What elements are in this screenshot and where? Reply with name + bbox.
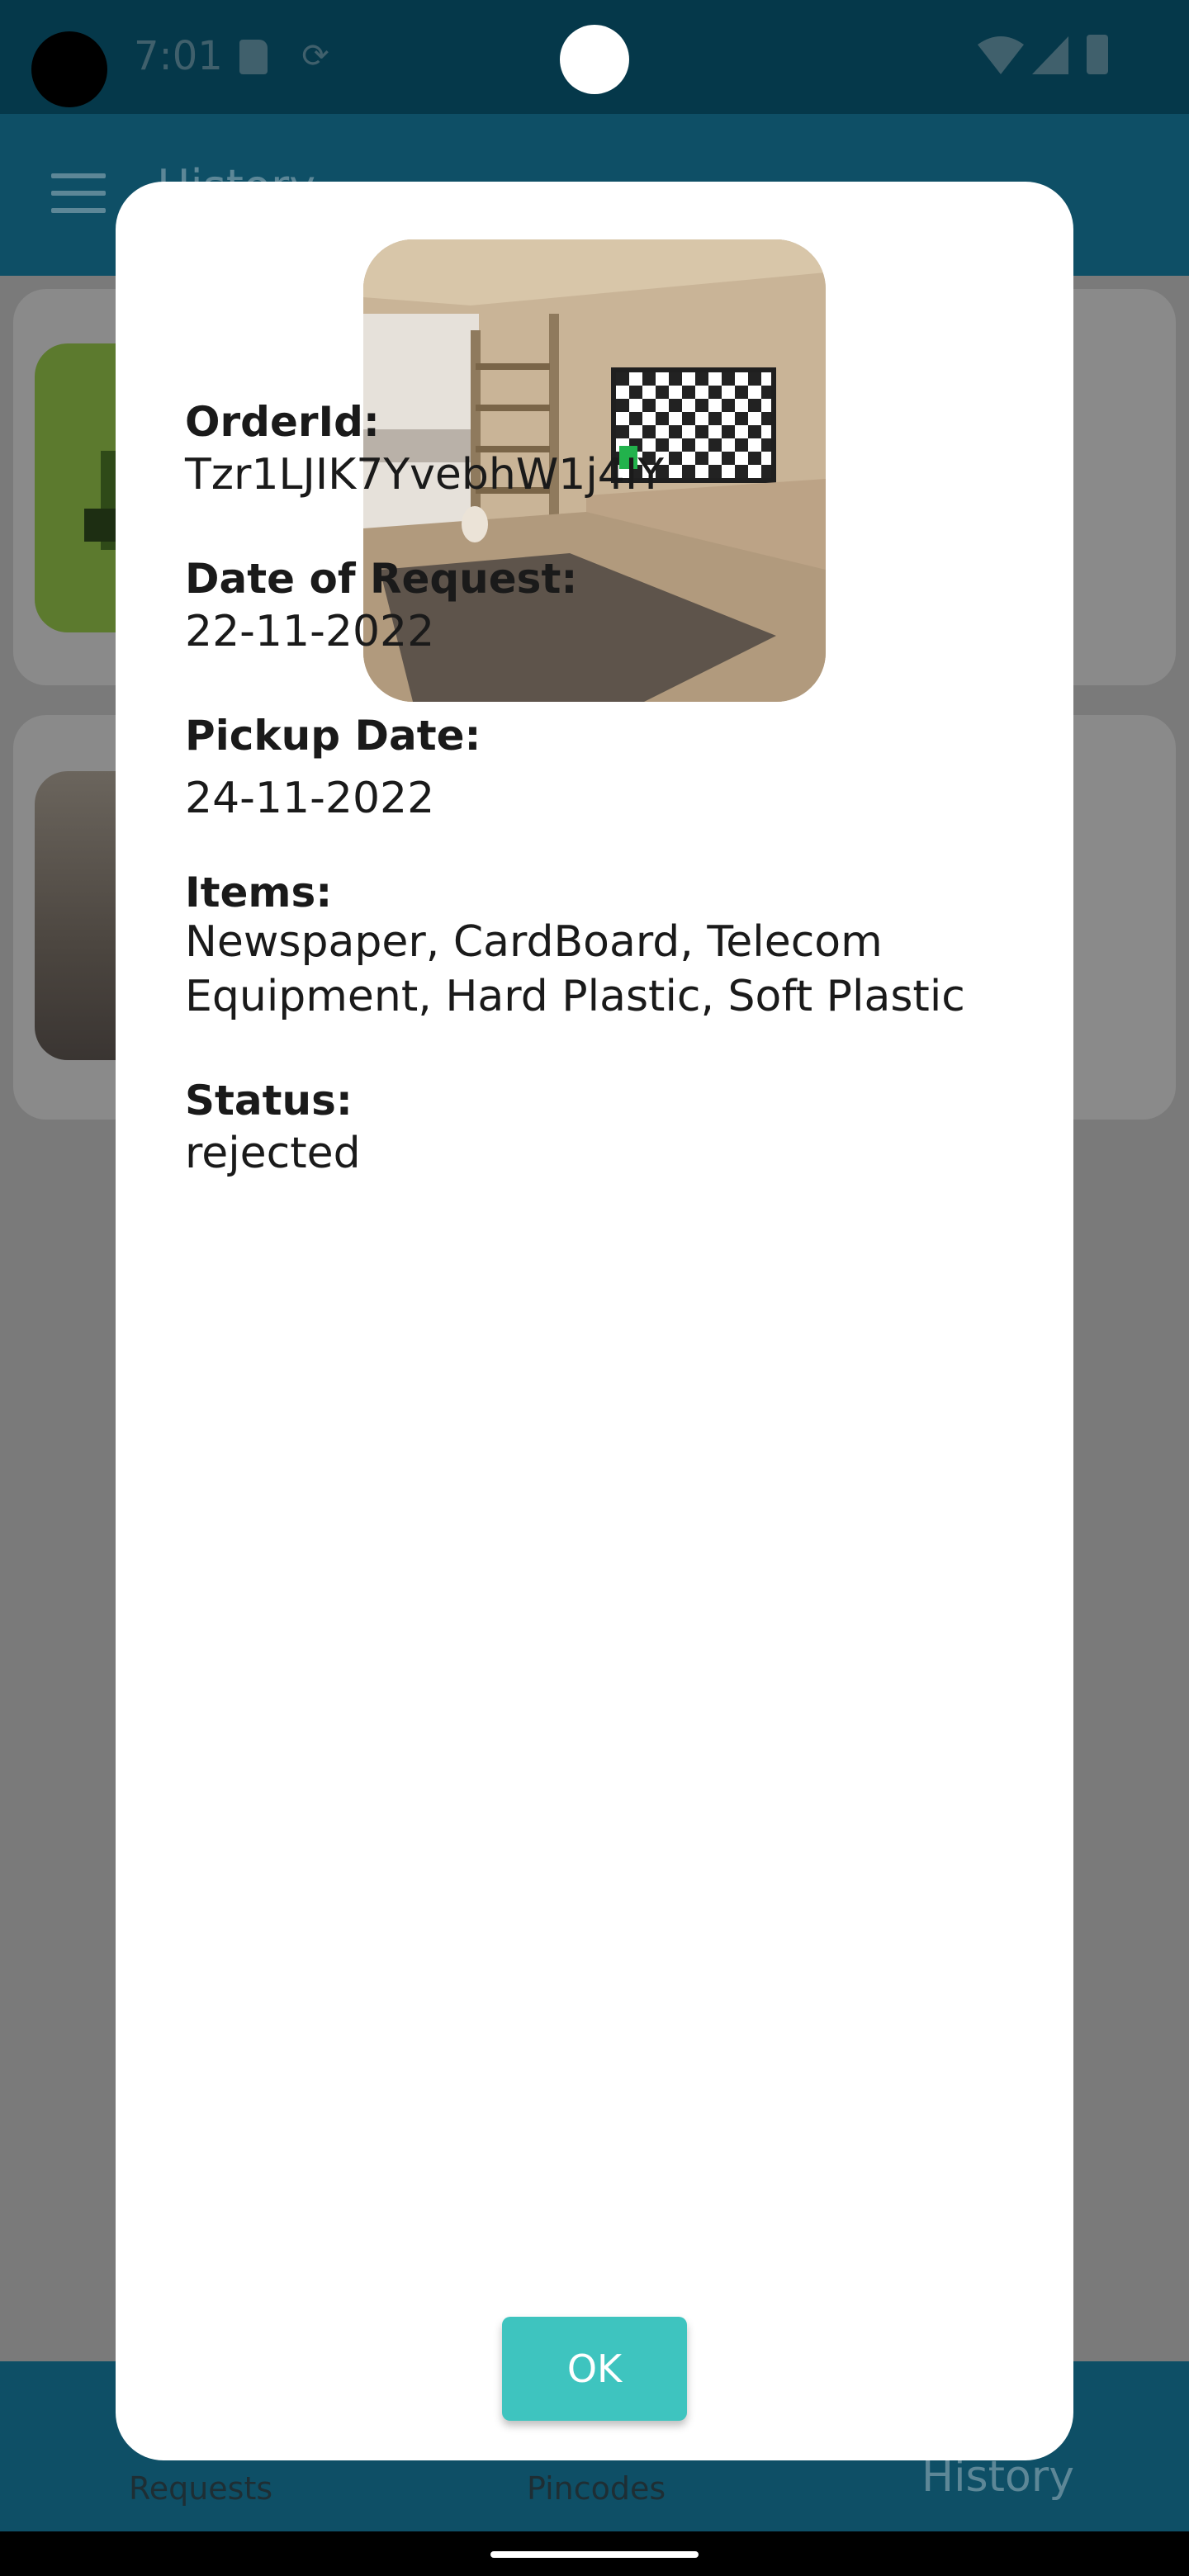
items-label: Items: [185, 869, 333, 916]
ok-button[interactable]: OK [502, 2317, 687, 2421]
camera-cutout [31, 31, 107, 107]
pickup-date-label: Pickup Date: [185, 712, 481, 760]
date-of-request-value: 22-11-2022 [185, 607, 435, 656]
status-label: Status: [185, 1077, 353, 1125]
wifi-icon [978, 36, 1024, 74]
home-gesture-handle[interactable] [490, 2551, 699, 2558]
date-of-request-label: Date of Request: [185, 555, 578, 603]
items-value: Newspaper, CardBoard, Telecom Equipment,… [185, 917, 965, 1021]
front-camera-dot [560, 25, 629, 94]
order-id-label: OrderId: [185, 398, 380, 446]
sd-card-icon [239, 40, 268, 74]
status-time: 7:01 [134, 33, 223, 79]
sync-icon: ⟳ [301, 37, 329, 75]
pickup-date-value: 24-11-2022 [185, 774, 435, 823]
order-details-dialog: OrderId: Tzr1LJIK7YvebhW1j4IY Date of Re… [116, 182, 1073, 2460]
order-id-value: Tzr1LJIK7YvebhW1j4IY [185, 450, 664, 500]
status-value: rejected [185, 1129, 361, 1178]
hamburger-menu-icon[interactable] [51, 173, 106, 213]
nav-item-pincodes[interactable]: Pincodes [527, 2470, 666, 2507]
nav-item-requests[interactable]: Requests [129, 2470, 272, 2507]
battery-icon [1087, 35, 1108, 74]
cellular-signal-icon [1032, 36, 1068, 74]
